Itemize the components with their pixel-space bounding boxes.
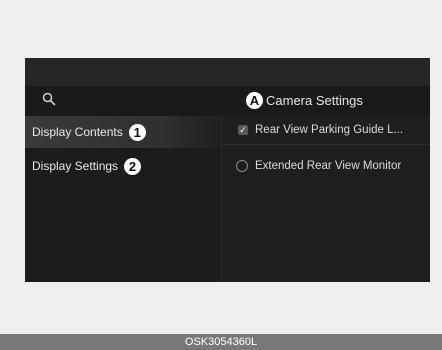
callout-marker-1: 1: [128, 123, 146, 141]
option-label: Rear View Parking Guide L...: [255, 124, 404, 136]
menu-item-display-settings[interactable]: Display Settings 2: [25, 150, 221, 182]
page-title: Camera Settings: [266, 92, 363, 108]
option-rear-view-parking-guide[interactable]: ✓ Rear View Parking Guide L...: [222, 116, 430, 145]
title-area: A Camera Settings: [246, 90, 363, 110]
option-extended-rear-view-monitor[interactable]: Extended Rear View Monitor: [222, 152, 430, 180]
settings-menu: Display Contents 1 Display Settings 2: [25, 116, 221, 282]
checkbox[interactable]: ✓: [238, 125, 248, 135]
radio-button[interactable]: [236, 160, 248, 172]
callout-marker-2: 2: [124, 157, 142, 175]
camera-settings-screen: A Camera Settings Display Contents 1 Dis…: [25, 58, 430, 282]
menu-item-label: Display Settings: [32, 159, 119, 173]
top-bar: [25, 58, 430, 86]
menu-item-display-contents[interactable]: Display Contents 1: [25, 116, 221, 148]
options-panel: ✓ Rear View Parking Guide L... Extended …: [222, 116, 430, 282]
search-icon[interactable]: [42, 92, 56, 106]
caption-bar: OSK3054360L: [0, 334, 442, 350]
callout-marker-a: A: [246, 91, 263, 109]
menu-item-label: Display Contents: [32, 125, 123, 139]
header: A Camera Settings: [25, 86, 430, 116]
figure-caption: OSK3054360L: [184, 336, 258, 348]
option-label: Extended Rear View Monitor: [255, 160, 402, 172]
